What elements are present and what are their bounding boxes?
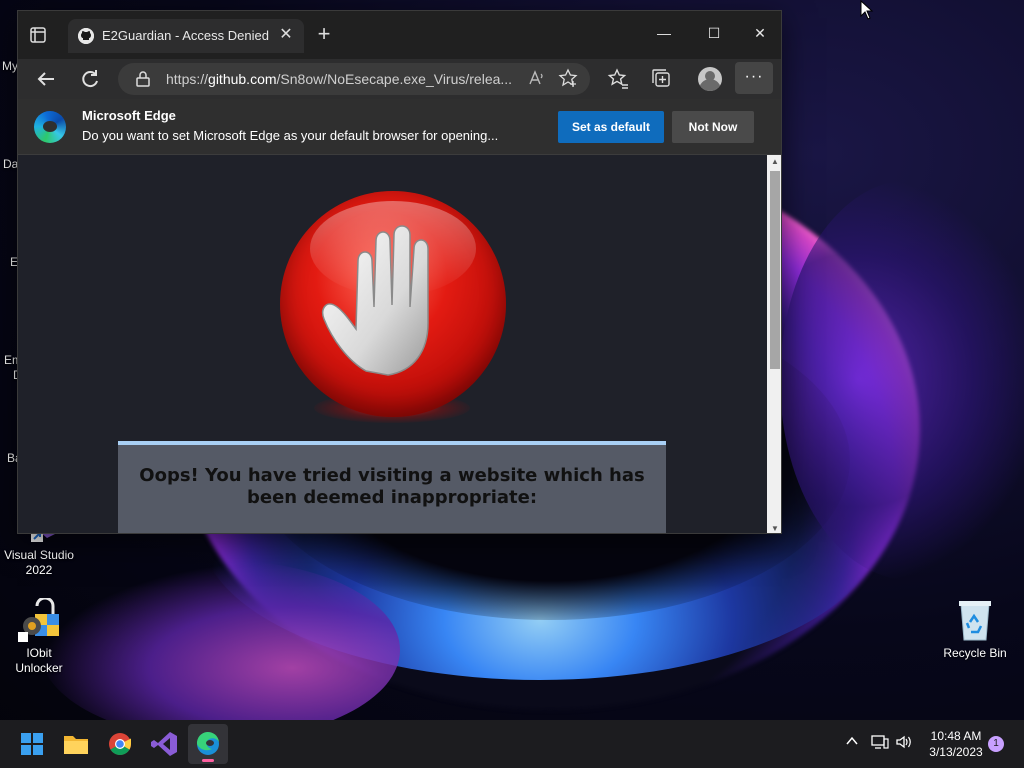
collections-icon[interactable] (648, 65, 676, 93)
show-hidden-icons-icon[interactable] (845, 734, 859, 751)
desktop-icon-label: Visual Studio (4, 548, 74, 562)
more-options-button[interactable]: ··· (735, 62, 773, 94)
desktop-icon-label: Recycle Bin (943, 646, 1007, 660)
unlocker-icon (17, 596, 61, 642)
notification-badge[interactable]: 1 (988, 736, 1004, 752)
desktop-icon-recycle-bin[interactable]: Recycle Bin (937, 598, 1013, 661)
tab-actions-icon[interactable] (28, 25, 48, 45)
desktop-icon-label: Unlocker (15, 661, 63, 675)
tab-close-icon[interactable]: ✕ (276, 25, 296, 45)
minimize-button[interactable]: — (644, 19, 684, 47)
recycle-bin-icon (953, 598, 997, 642)
browser-toolbar: https://github.com/Sn8ow/NoEsecape.exe_V… (18, 59, 781, 99)
blocked-message: Oops! You have tried visiting a website … (139, 465, 645, 508)
visual-studio-icon (151, 732, 177, 756)
mouse-cursor-icon (860, 0, 874, 20)
active-indicator (202, 759, 214, 762)
volume-icon[interactable] (895, 734, 913, 753)
edge-logo-icon (34, 111, 66, 143)
tab-active[interactable]: E2Guardian - Access Denied ✕ (68, 19, 304, 53)
maximize-button[interactable]: ☐ (694, 19, 734, 47)
address-url[interactable]: https://github.com/Sn8ow/NoEsecape.exe_V… (166, 71, 512, 87)
start-button[interactable] (12, 724, 52, 764)
edge-icon (196, 731, 219, 755)
desktop-icon-label[interactable]: My (2, 59, 18, 73)
warning-panel: Oops! You have tried visiting a website … (118, 441, 666, 533)
edge-taskbar-button[interactable] (188, 724, 228, 764)
favorites-icon[interactable] (604, 65, 632, 93)
address-bar[interactable]: https://github.com/Sn8ow/NoEsecape.exe_V… (118, 63, 590, 95)
network-icon[interactable] (871, 734, 889, 753)
page-scrollbar[interactable]: ▲ ▼ (767, 155, 781, 533)
scrollbar-thumb[interactable] (770, 171, 780, 369)
refresh-icon[interactable] (76, 65, 104, 93)
add-favorite-icon[interactable] (558, 68, 578, 93)
profile-icon[interactable] (698, 67, 722, 91)
set-as-default-button[interactable]: Set as default (558, 111, 664, 143)
desktop-icon-label: 2022 (25, 563, 53, 577)
chrome-icon (109, 733, 131, 755)
not-now-button[interactable]: Not Now (672, 111, 754, 143)
scroll-down-icon[interactable]: ▼ (770, 524, 780, 533)
chrome-button[interactable] (100, 724, 140, 764)
close-window-button[interactable]: ✕ (740, 19, 780, 47)
clock-time: 10:48 AM (930, 729, 982, 743)
start-icon (21, 733, 43, 755)
lock-icon[interactable] (136, 71, 150, 87)
infobar-title: Microsoft Edge (82, 108, 176, 123)
github-favicon-icon (78, 28, 94, 44)
page-content[interactable]: Oops! You have tried visiting a website … (18, 155, 767, 533)
desktop-icon-iobit-unlocker[interactable]: IObit Unlocker (1, 596, 77, 676)
read-aloud-icon[interactable] (528, 69, 546, 90)
scroll-up-icon[interactable]: ▲ (770, 157, 780, 166)
infobar-message: Do you want to set Microsoft Edge as you… (82, 128, 499, 143)
taskbar: 10:48 AM 3/13/2023 1 (0, 720, 1024, 768)
file-explorer-icon (64, 736, 88, 754)
file-explorer-button[interactable] (56, 724, 96, 764)
title-bar[interactable]: E2Guardian - Access Denied ✕ + — ☐ ✕ (18, 11, 781, 59)
desktop-icon-label: IObit (26, 646, 52, 660)
new-tab-button[interactable]: + (312, 23, 336, 47)
visual-studio-taskbar-button[interactable] (144, 724, 184, 764)
browser-window: E2Guardian - Access Denied ✕ + — ☐ ✕ htt… (17, 10, 782, 534)
back-icon[interactable] (32, 65, 60, 93)
clock-date: 3/13/2023 (929, 745, 983, 759)
stop-hand-icon (280, 191, 506, 417)
system-clock[interactable]: 10:48 AM 3/13/2023 (924, 728, 988, 760)
tab-title: E2Guardian - Access Denied (102, 28, 269, 43)
default-browser-infobar: Microsoft Edge Do you want to set Micros… (18, 99, 781, 155)
